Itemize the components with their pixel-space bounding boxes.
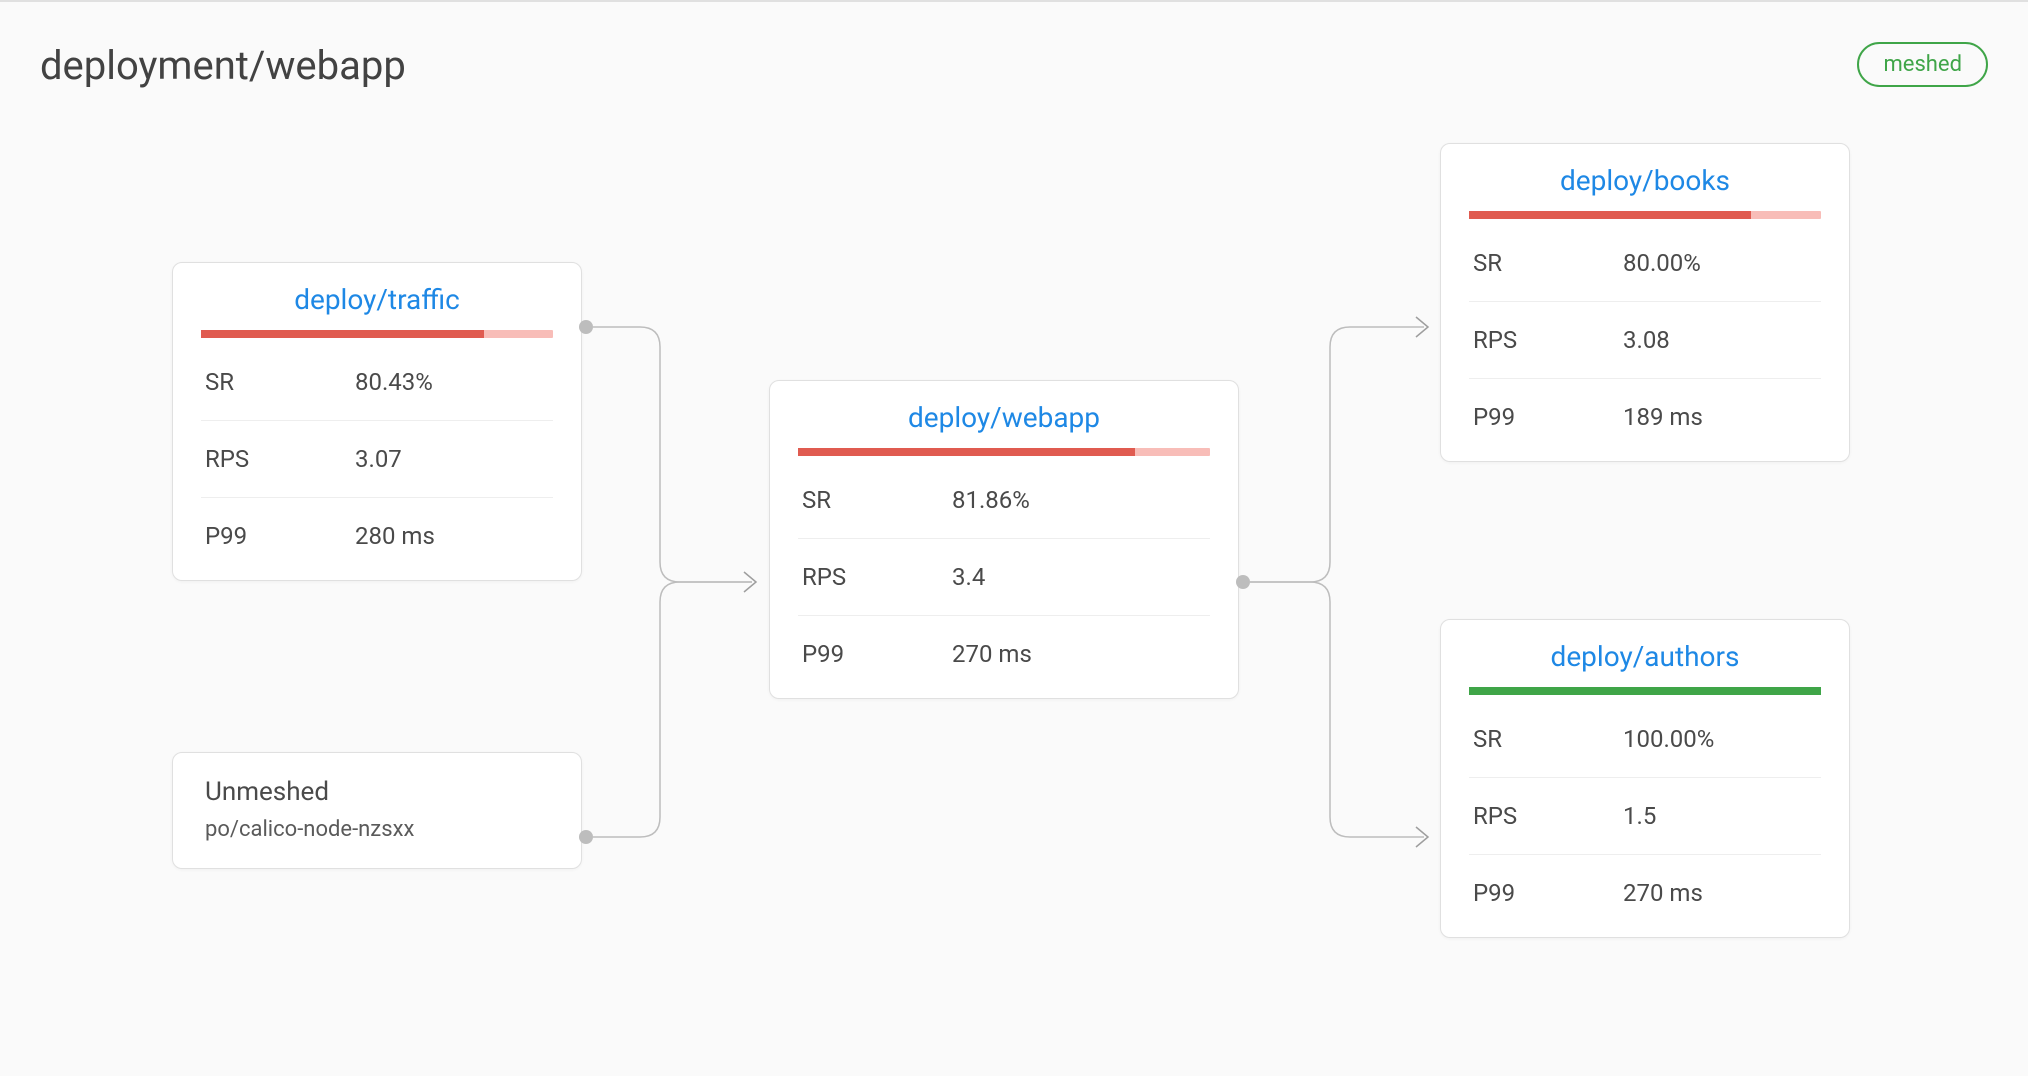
node-books-title[interactable]: deploy/books <box>1441 144 1849 211</box>
metric-value-sr: 80.00% <box>1593 249 1817 277</box>
node-traffic-title[interactable]: deploy/traffic <box>173 263 581 330</box>
node-traffic: deploy/traffic SR 80.43% RPS 3.07 P99 28… <box>172 262 582 581</box>
metric-row-rps: RPS 3.4 <box>798 539 1210 616</box>
unmeshed-subtitle: po/calico-node-nzsxx <box>173 817 581 868</box>
node-traffic-bar <box>201 330 553 338</box>
metric-label-sr: SR <box>205 368 325 396</box>
metric-value-p99: 270 ms <box>1593 879 1817 907</box>
node-authors-bar <box>1469 687 1821 695</box>
metric-label-p99: P99 <box>1473 879 1593 907</box>
metric-row-p99: P99 270 ms <box>1469 855 1821 931</box>
metric-value-rps: 1.5 <box>1593 802 1817 830</box>
metric-label-rps: RPS <box>1473 326 1593 354</box>
metric-value-p99: 189 ms <box>1593 403 1817 431</box>
node-traffic-metrics: SR 80.43% RPS 3.07 P99 280 ms <box>173 344 581 580</box>
metric-value-rps: 3.07 <box>325 445 549 473</box>
metric-label-p99: P99 <box>205 522 325 550</box>
metric-row-sr: SR 81.86% <box>798 462 1210 539</box>
metric-row-sr: SR 100.00% <box>1469 701 1821 778</box>
metric-label-sr: SR <box>802 486 922 514</box>
topology-canvas: deploy/traffic SR 80.43% RPS 3.07 P99 28… <box>0 2 2028 1076</box>
metric-row-p99: P99 280 ms <box>201 498 553 574</box>
metric-row-sr: SR 80.00% <box>1469 225 1821 302</box>
metric-row-rps: RPS 3.07 <box>201 421 553 498</box>
node-unmeshed: Unmeshed po/calico-node-nzsxx <box>172 752 582 869</box>
node-books-metrics: SR 80.00% RPS 3.08 P99 189 ms <box>1441 225 1849 461</box>
node-webapp-metrics: SR 81.86% RPS 3.4 P99 270 ms <box>770 462 1238 698</box>
metric-value-rps: 3.08 <box>1593 326 1817 354</box>
unmeshed-title: Unmeshed <box>173 753 581 817</box>
node-books: deploy/books SR 80.00% RPS 3.08 P99 189 … <box>1440 143 1850 462</box>
node-books-bar <box>1469 211 1821 219</box>
metric-row-sr: SR 80.43% <box>201 344 553 421</box>
metric-value-sr: 100.00% <box>1593 725 1817 753</box>
metric-value-sr: 81.86% <box>922 486 1206 514</box>
node-authors-title[interactable]: deploy/authors <box>1441 620 1849 687</box>
metric-value-rps: 3.4 <box>922 563 1206 591</box>
metric-row-p99: P99 189 ms <box>1469 379 1821 455</box>
metric-row-p99: P99 270 ms <box>798 616 1210 692</box>
metric-row-rps: RPS 1.5 <box>1469 778 1821 855</box>
metric-label-sr: SR <box>1473 725 1593 753</box>
metric-label-rps: RPS <box>802 563 922 591</box>
node-webapp: deploy/webapp SR 81.86% RPS 3.4 P99 270 … <box>769 380 1239 699</box>
node-webapp-bar <box>798 448 1210 456</box>
node-authors-metrics: SR 100.00% RPS 1.5 P99 270 ms <box>1441 701 1849 937</box>
metric-label-rps: RPS <box>205 445 325 473</box>
node-webapp-title[interactable]: deploy/webapp <box>770 381 1238 448</box>
node-authors: deploy/authors SR 100.00% RPS 1.5 P99 27… <box>1440 619 1850 938</box>
metric-label-p99: P99 <box>802 640 922 668</box>
metric-label-sr: SR <box>1473 249 1593 277</box>
metric-value-p99: 270 ms <box>922 640 1206 668</box>
metric-label-rps: RPS <box>1473 802 1593 830</box>
metric-value-p99: 280 ms <box>325 522 549 550</box>
metric-value-sr: 80.43% <box>325 368 549 396</box>
metric-row-rps: RPS 3.08 <box>1469 302 1821 379</box>
metric-label-p99: P99 <box>1473 403 1593 431</box>
